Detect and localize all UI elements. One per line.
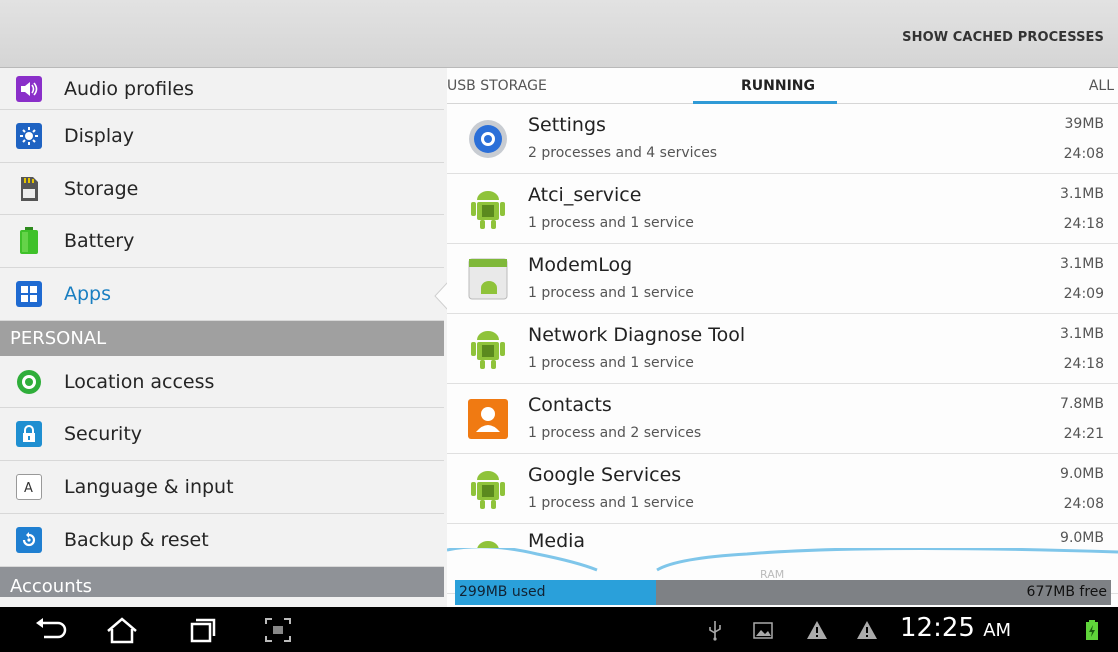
process-size: 3.1MB bbox=[1060, 186, 1104, 202]
process-desc: 2 processes and 4 services bbox=[528, 145, 718, 161]
sidebar-item-label: Security bbox=[64, 423, 143, 446]
keyboard-icon: A bbox=[16, 473, 42, 500]
location-icon bbox=[16, 369, 42, 395]
status-clock: 12:25 AM bbox=[900, 613, 1011, 643]
apps-icon bbox=[16, 280, 42, 307]
process-name: Network Diagnose Tool bbox=[528, 324, 746, 346]
process-size: 3.1MB bbox=[1060, 326, 1104, 342]
tab-all[interactable]: ALL bbox=[1089, 78, 1114, 94]
list-item[interactable]: Atci_service 1 process and 1 service 3.1… bbox=[447, 174, 1118, 244]
process-time: 24:08 bbox=[1063, 146, 1104, 162]
ram-usage-bar: 299MB used 677MB free bbox=[455, 580, 1111, 605]
process-name: Google Services bbox=[528, 464, 682, 486]
navigation-bar: 12:25 AM bbox=[0, 607, 1118, 652]
sidebar-item-label: Backup & reset bbox=[64, 528, 209, 551]
selection-pointer-icon bbox=[434, 282, 448, 310]
battery-charging-icon bbox=[1086, 620, 1098, 640]
process-desc: 1 process and 1 service bbox=[528, 355, 694, 371]
home-icon[interactable] bbox=[102, 615, 142, 645]
show-cached-processes-button[interactable]: SHOW CACHED PROCESSES bbox=[902, 30, 1104, 45]
section-header-personal: PERSONAL bbox=[0, 320, 444, 356]
list-item[interactable]: Google Services 1 process and 1 service … bbox=[447, 454, 1118, 524]
tab-running[interactable]: RUNNING bbox=[741, 78, 815, 94]
section-header-accounts: Accounts bbox=[0, 566, 444, 597]
process-desc: 1 process and 2 services bbox=[528, 425, 702, 441]
process-desc: 1 process and 1 service bbox=[528, 215, 694, 231]
sidebar-item-label: Storage bbox=[64, 177, 139, 200]
list-item[interactable]: Contacts 1 process and 2 services 7.8MB … bbox=[447, 384, 1118, 454]
sidebar-item-language-input[interactable]: A Language & input bbox=[0, 461, 444, 514]
settings-list: Audio profiles Display Storage Battery A… bbox=[0, 68, 444, 607]
process-time: 24:18 bbox=[1063, 216, 1104, 232]
android-robot-icon bbox=[471, 471, 505, 509]
process-name: ModemLog bbox=[528, 254, 633, 276]
clock-time: 12:25 bbox=[900, 613, 975, 643]
process-time: 24:21 bbox=[1063, 426, 1104, 442]
image-notification-icon bbox=[753, 622, 773, 639]
ram-used-text: 299MB used bbox=[459, 584, 546, 600]
clock-ampm: AM bbox=[983, 620, 1012, 641]
recent-apps-icon[interactable] bbox=[182, 615, 222, 645]
sidebar-item-label: Apps bbox=[64, 282, 112, 305]
sidebar-item-label: Battery bbox=[64, 230, 135, 253]
process-desc: 1 process and 1 service bbox=[528, 285, 694, 301]
screenshot-icon[interactable] bbox=[258, 615, 298, 645]
process-size: 3.1MB bbox=[1060, 256, 1104, 272]
storage-icon bbox=[16, 176, 42, 202]
sidebar-item-display[interactable]: Display bbox=[0, 110, 444, 163]
sidebar-item-apps[interactable]: Apps bbox=[0, 268, 444, 321]
contacts-icon bbox=[468, 399, 508, 439]
battery-icon bbox=[16, 227, 42, 255]
process-time: 24:09 bbox=[1063, 286, 1104, 302]
action-bar: SHOW CACHED PROCESSES bbox=[0, 0, 1118, 68]
svg-text:A: A bbox=[24, 481, 33, 496]
tab-usb-storage[interactable]: USB STORAGE bbox=[447, 78, 547, 94]
audio-profiles-icon bbox=[16, 75, 42, 102]
screen: SHOW CACHED PROCESSES Audio profiles Dis… bbox=[0, 0, 1118, 652]
settings-gear-icon bbox=[469, 120, 507, 158]
process-name: Settings bbox=[528, 114, 606, 136]
sidebar-item-storage[interactable]: Storage bbox=[0, 163, 444, 216]
sidebar-item-backup-reset[interactable]: Backup & reset bbox=[0, 514, 444, 567]
warning-icon bbox=[807, 621, 827, 639]
process-name: Atci_service bbox=[528, 184, 642, 206]
ram-free-text: 677MB free bbox=[1026, 584, 1107, 600]
process-size: 7.8MB bbox=[1060, 396, 1104, 412]
sidebar-item-security[interactable]: Security bbox=[0, 408, 444, 462]
sidebar-item-battery[interactable]: Battery bbox=[0, 215, 444, 269]
process-size: 9.0MB bbox=[1060, 530, 1104, 546]
sidebar-item-label: Display bbox=[64, 124, 135, 147]
list-item[interactable]: Network Diagnose Tool 1 process and 1 se… bbox=[447, 314, 1118, 384]
list-item[interactable]: ModemLog 1 process and 1 service 3.1MB 2… bbox=[447, 244, 1118, 314]
android-app-icon bbox=[468, 258, 508, 300]
process-size: 9.0MB bbox=[1060, 466, 1104, 482]
sidebar-item-label: Location access bbox=[64, 370, 215, 393]
list-item[interactable]: Settings 2 processes and 4 services 39MB… bbox=[447, 104, 1118, 174]
android-robot-icon bbox=[471, 191, 505, 229]
sidebar-item-location-access[interactable]: Location access bbox=[0, 356, 444, 409]
process-size: 39MB bbox=[1064, 116, 1105, 132]
usb-icon bbox=[709, 621, 721, 641]
process-name: Contacts bbox=[528, 394, 612, 416]
process-list: Settings 2 processes and 4 services 39MB… bbox=[447, 104, 1118, 594]
sidebar-item-audio-profiles[interactable]: Audio profiles bbox=[0, 68, 444, 110]
back-icon[interactable] bbox=[30, 615, 70, 645]
warning-icon bbox=[857, 621, 877, 639]
process-desc: 1 process and 1 service bbox=[528, 495, 694, 511]
android-robot-icon bbox=[471, 331, 505, 369]
tab-bar: USB STORAGE RUNNING ALL bbox=[447, 68, 1118, 104]
process-time: 24:18 bbox=[1063, 356, 1104, 372]
process-time: 24:08 bbox=[1063, 496, 1104, 512]
ram-used-fill: 299MB used bbox=[455, 580, 656, 605]
display-icon bbox=[16, 122, 42, 149]
backup-icon bbox=[16, 526, 42, 553]
running-apps-pane: USB STORAGE RUNNING ALL Settings 2 proce… bbox=[447, 68, 1118, 607]
sidebar-item-label: Language & input bbox=[64, 475, 234, 498]
lock-icon bbox=[16, 421, 42, 448]
sidebar-item-label: Audio profiles bbox=[64, 77, 194, 100]
